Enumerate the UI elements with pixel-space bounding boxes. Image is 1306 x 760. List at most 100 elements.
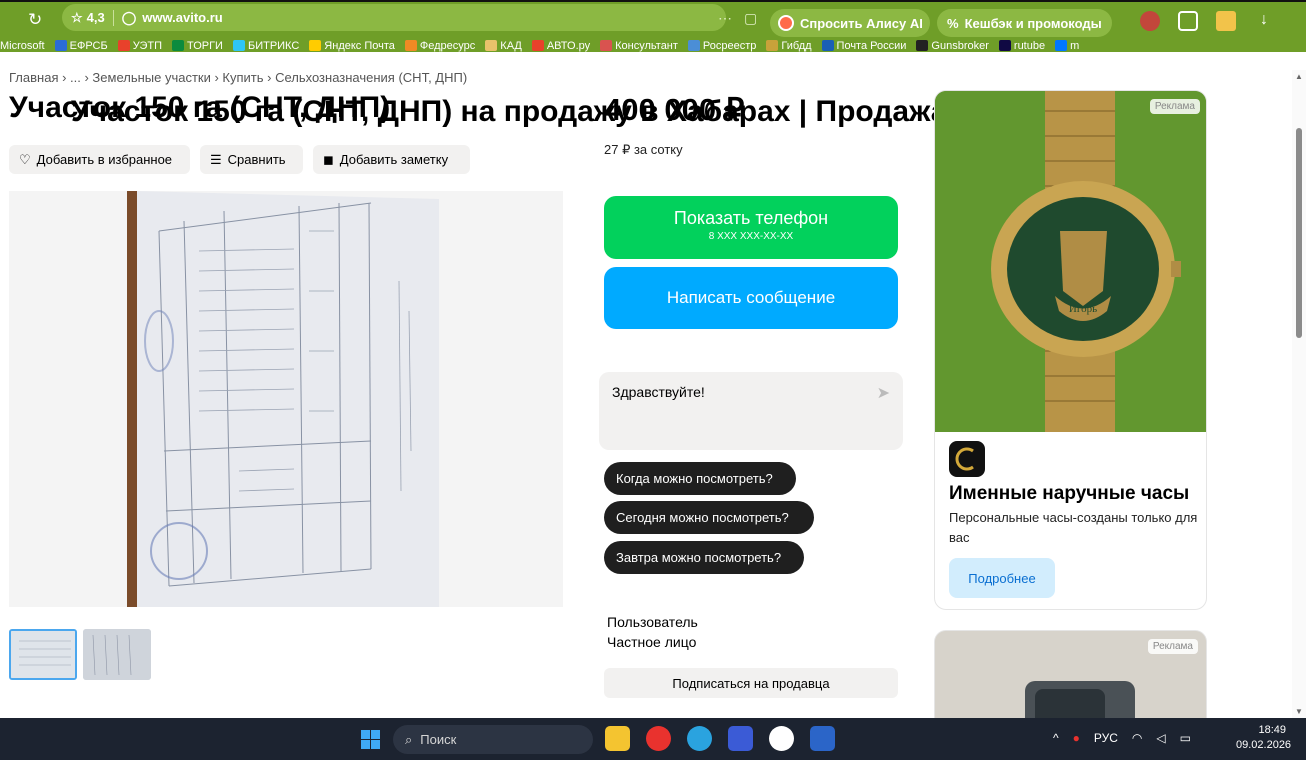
listing-actions: ♡ Добавить в избранное ☰ Сравнить ◼ Доба…	[9, 145, 470, 174]
ad-label: Реклама	[1149, 99, 1200, 114]
star-icon: ☆	[71, 9, 83, 25]
bookmark-item[interactable]: m	[1055, 40, 1079, 52]
word-icon[interactable]	[810, 726, 835, 751]
more-icon[interactable]: ⋯	[718, 10, 732, 27]
bookmark-item[interactable]: ЕФРСБ	[54, 40, 108, 52]
bookmark-favicon-icon	[916, 40, 929, 51]
yandex-browser-icon[interactable]	[646, 726, 671, 751]
listing-main-photo[interactable]	[9, 191, 563, 607]
bookmark-favicon-icon	[821, 40, 834, 51]
ad-label-2: Реклама	[1147, 639, 1198, 654]
bookmark-item[interactable]: ТОРГИ	[171, 40, 223, 52]
ad-title: Именные наручные часы	[949, 483, 1190, 504]
scroll-down-icon[interactable]: ▼	[1295, 707, 1303, 716]
bookmarks-bar: Microsoft ЕФРСБ УЭТП ТОРГИ БИТРИКС Яндекс Поч…	[0, 37, 1306, 54]
bookmark-item[interactable]: Росреестр	[687, 40, 756, 52]
seller-name[interactable]: Пользователь	[607, 614, 698, 630]
ad-card[interactable]: Игорь Реклама Именные наручные часы Перс…	[934, 90, 1207, 610]
bookmark-item[interactable]: Яндекс Почта	[309, 40, 395, 52]
bookmark-item[interactable]: Почта России	[821, 40, 906, 52]
bookmark-item[interactable]: БИТРИКС	[232, 40, 299, 52]
write-message-button[interactable]: Написать сообщение	[604, 267, 898, 329]
thumbnail-image	[83, 629, 151, 680]
subscribe-seller-button[interactable]: Подписаться на продавца	[604, 668, 898, 698]
compare-icon: ☰	[210, 151, 222, 167]
show-phone-button[interactable]: Показать телефон 8 XXX XXX-XX-XX	[604, 196, 898, 259]
price-per-unit: 27 ₽ за сотку	[604, 142, 683, 157]
thumbnail-image	[11, 631, 75, 678]
bookmark-item[interactable]: Microsoft	[0, 40, 45, 52]
thumbnail-1[interactable]	[9, 629, 77, 680]
bookmark-favicon-icon	[117, 40, 130, 51]
chevron-up-icon[interactable]: ^	[1053, 731, 1059, 745]
bookmark-favicon-icon	[485, 40, 498, 51]
bookmark-item[interactable]: Gunsbroker	[916, 40, 989, 52]
alice-icon	[778, 15, 794, 31]
thumbnail-2[interactable]	[83, 629, 151, 680]
compare-button[interactable]: ☰ Сравнить	[200, 145, 303, 174]
bookmark-favicon-icon	[687, 40, 700, 51]
bookmark-item[interactable]: УЭТП	[117, 40, 162, 52]
bookmark-favicon-icon	[766, 40, 779, 51]
add-note-button[interactable]: ◼ Добавить заметку	[313, 145, 470, 174]
document-photo	[9, 191, 563, 607]
add-favorite-button[interactable]: ♡ Добавить в избранное	[9, 145, 190, 174]
seller-type: Частное лицо	[607, 634, 697, 650]
bookmark-item[interactable]: АВТО.ру	[531, 40, 590, 52]
bookmark-favicon-icon	[309, 40, 322, 51]
ad-description: Персональные часы-созданы только для вас	[949, 510, 1198, 545]
address-bar[interactable]: ☆ 4,3 ◯ www.avito.ru Участок 150 га (СНТ…	[62, 4, 1088, 128]
alice-button[interactable]: Спросить Алису AI	[770, 9, 930, 37]
page-scrollbar[interactable]: ▲ ▼	[1292, 70, 1306, 718]
telegram-icon[interactable]	[687, 726, 712, 751]
ad-image: Игорь Реклама	[935, 91, 1206, 432]
clock[interactable]: 18:49 09.02.2026	[1236, 723, 1291, 753]
ad-details-button[interactable]: Подробнее	[949, 558, 1055, 598]
photo-thumbnails	[9, 629, 151, 680]
bookmark-favicon-icon	[54, 40, 67, 51]
wifi-icon[interactable]: ◠	[1132, 731, 1142, 745]
bookmark-item[interactable]: Консультант	[600, 40, 678, 52]
quick-question-3[interactable]: Завтра можно посмотреть?	[604, 541, 804, 574]
reload-icon[interactable]: ↻	[28, 10, 42, 30]
extension-folder-icon[interactable]	[1216, 11, 1236, 31]
scroll-up-icon[interactable]: ▲	[1295, 72, 1303, 81]
file-explorer-icon[interactable]	[605, 726, 630, 751]
battery-icon[interactable]: ▭	[1180, 731, 1191, 745]
yandex-icon[interactable]	[769, 726, 794, 751]
price: 400 000 ₽	[604, 92, 745, 127]
shield-icon[interactable]: ◯	[122, 10, 137, 26]
quick-question-1[interactable]: Когда можно посмотреть?	[604, 462, 796, 495]
windows-start-icon[interactable]	[361, 730, 380, 749]
heart-icon: ♡	[19, 151, 31, 167]
bookmark-item[interactable]: Федресурс	[404, 40, 475, 52]
ad-card-2[interactable]: Реклама	[934, 630, 1207, 720]
volume-icon[interactable]: ◁	[1156, 731, 1165, 745]
tray-app-icon[interactable]: ●	[1073, 731, 1080, 745]
url-domain: www.avito.ru	[142, 10, 223, 25]
cashback-button[interactable]: % Кешбэк и промокоды	[937, 9, 1112, 37]
watch-illustration: Игорь	[935, 91, 1206, 432]
app-icon[interactable]	[728, 726, 753, 751]
extension-tag-icon[interactable]	[1178, 11, 1198, 31]
scrollbar-thumb[interactable]	[1296, 128, 1302, 338]
send-icon[interactable]: ➤	[877, 383, 890, 403]
site-rating[interactable]: ☆ 4,3	[71, 10, 105, 26]
message-input[interactable]: Здравствуйте! ➤	[599, 372, 903, 450]
bookmark-item[interactable]: КАД	[485, 40, 522, 52]
divider	[112, 9, 114, 26]
address-actions: ⋯ ▢	[718, 10, 757, 27]
extension-spy-icon[interactable]	[1140, 11, 1160, 31]
message-text: Здравствуйте!	[612, 384, 705, 400]
language-indicator[interactable]: РУС	[1094, 731, 1118, 745]
downloads-icon[interactable]: ↓	[1254, 11, 1274, 31]
bookmark-item[interactable]: Гибдд	[766, 40, 812, 52]
note-icon: ◼	[323, 151, 334, 167]
bookmark-item[interactable]: rutube	[998, 40, 1045, 52]
system-tray: ^ ● РУС ◠ ◁ ▭	[1053, 731, 1191, 745]
bookmark-icon[interactable]: ▢	[744, 10, 757, 27]
search-icon: ⌕	[405, 731, 413, 747]
quick-question-2[interactable]: Сегодня можно посмотреть?	[604, 501, 814, 534]
taskbar-search[interactable]: ⌕ Поиск	[393, 725, 593, 754]
breadcrumb[interactable]: Главная › ... › Земельные участки › Купи…	[9, 70, 467, 85]
